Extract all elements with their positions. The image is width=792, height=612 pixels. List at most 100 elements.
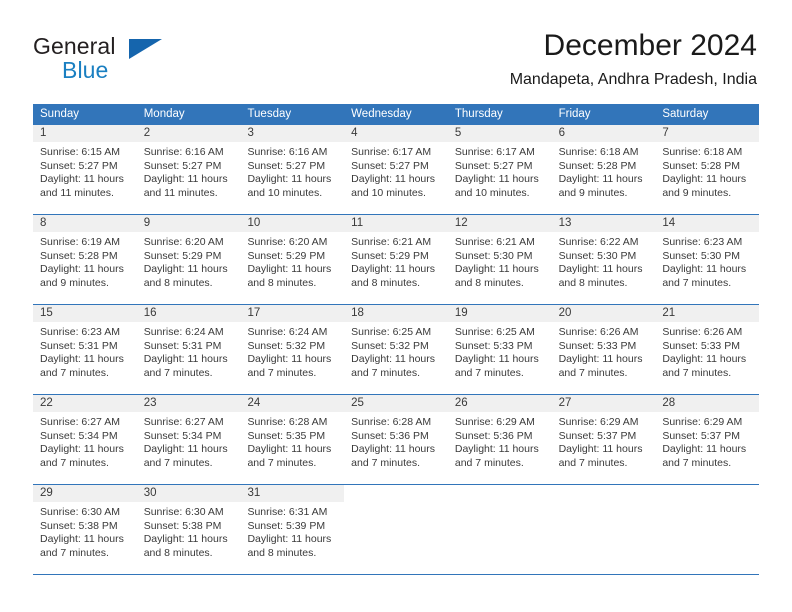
calendar-day-cell[interactable]: 29 Sunrise: 6:30 AM Sunset: 5:38 PM Dayligh… [33, 485, 137, 574]
day-number: 27 [558, 397, 572, 409]
day-details: Sunrise: 6:23 AM Sunset: 5:31 PM Daylight:… [33, 322, 137, 380]
day-number-bar: 19 [447, 305, 552, 322]
day-number: 16 [143, 307, 157, 319]
daylight-duration-line2: and 8 minutes. [143, 546, 213, 559]
daylight-duration-line2: and 7 minutes. [558, 456, 628, 469]
weekday-header-saturday: Saturday [662, 108, 709, 120]
day-number-bar: 9 [136, 215, 241, 232]
daylight-duration-line2: and 7 minutes. [143, 366, 213, 379]
day-details [448, 502, 552, 506]
daylight-duration-line1: Daylight: 11 hours [558, 443, 643, 456]
sunset-time: Sunset: 5:34 PM [40, 429, 118, 442]
calendar-day-cell[interactable]: 1 Sunrise: 6:15 AM Sunset: 5:27 PM Daylight… [33, 125, 137, 214]
day-details: Sunrise: 6:19 AM Sunset: 5:28 PM Daylight:… [33, 232, 137, 290]
calendar-day-cell[interactable]: 25 Sunrise: 6:28 AM Sunset: 5:36 PM Dayligh… [344, 395, 448, 484]
daylight-duration-line2: and 7 minutes. [351, 366, 421, 379]
sunset-time: Sunset: 5:32 PM [247, 339, 326, 352]
calendar-day-cell[interactable]: 19 Sunrise: 6:25 AM Sunset: 5:33 PM Dayligh… [447, 305, 552, 394]
calendar-day-cell[interactable]: 15 Sunrise: 6:23 AM Sunset: 5:31 PM Dayligh… [33, 305, 137, 394]
day-details: Sunrise: 6:24 AM Sunset: 5:32 PM Daylight:… [240, 322, 344, 380]
calendar-day-cell[interactable]: 9 Sunrise: 6:20 AM Sunset: 5:29 PM Daylight… [136, 215, 241, 304]
calendar-day-cell[interactable]: 22 Sunrise: 6:27 AM Sunset: 5:34 PM Dayligh… [33, 395, 137, 484]
sunset-time: Sunset: 5:27 PM [40, 159, 118, 172]
day-number: 8 [40, 217, 47, 229]
calendar-day-cell[interactable]: 20 Sunrise: 6:26 AM Sunset: 5:33 PM Dayligh… [551, 305, 656, 394]
day-number: 1 [40, 127, 47, 139]
weekday-header-wednesday: Wednesday [351, 108, 412, 120]
calendar-day-cell[interactable]: 6 Sunrise: 6:18 AM Sunset: 5:28 PM Daylight… [551, 125, 656, 214]
day-number: 21 [662, 307, 676, 319]
daylight-duration-line1: Daylight: 11 hours [454, 263, 539, 276]
calendar-day-cell-empty [655, 485, 760, 574]
day-details: Sunrise: 6:30 AM Sunset: 5:38 PM Daylight:… [33, 502, 137, 560]
brand-logo[interactable]: General Blue [33, 33, 263, 89]
daylight-duration-line2: and 7 minutes. [558, 366, 628, 379]
day-details: Sunrise: 6:21 AM Sunset: 5:29 PM Daylight:… [344, 232, 448, 290]
day-number: 15 [40, 307, 53, 319]
calendar-day-cell[interactable]: 11 Sunrise: 6:21 AM Sunset: 5:29 PM Dayligh… [344, 215, 448, 304]
daylight-duration-line2: and 7 minutes. [40, 366, 109, 379]
day-details: Sunrise: 6:26 AM Sunset: 5:33 PM Daylight:… [552, 322, 656, 380]
calendar-day-cell[interactable]: 13 Sunrise: 6:22 AM Sunset: 5:30 PM Dayligh… [551, 215, 656, 304]
daylight-duration-line2: and 7 minutes. [247, 366, 317, 379]
calendar-day-cell[interactable]: 26 Sunrise: 6:29 AM Sunset: 5:36 PM Dayligh… [447, 395, 552, 484]
calendar-day-cell[interactable]: 14 Sunrise: 6:23 AM Sunset: 5:30 PM Dayligh… [655, 215, 760, 304]
sunset-time: Sunset: 5:35 PM [247, 429, 326, 442]
sunrise-time: Sunrise: 6:27 AM [40, 416, 120, 428]
calendar-day-cell[interactable]: 21 Sunrise: 6:26 AM Sunset: 5:33 PM Dayligh… [655, 305, 760, 394]
calendar-day-cell-empty [447, 485, 552, 574]
sunset-time: Sunset: 5:32 PM [351, 339, 429, 352]
sunset-time: Sunset: 5:37 PM [558, 429, 637, 442]
sunset-time: Sunset: 5:33 PM [662, 339, 740, 352]
day-details: Sunrise: 6:22 AM Sunset: 5:30 PM Daylight:… [552, 232, 656, 290]
daylight-duration-line1: Daylight: 11 hours [247, 443, 332, 456]
calendar-day-cell[interactable]: 3 Sunrise: 6:16 AM Sunset: 5:27 PM Daylight… [240, 125, 345, 214]
daylight-duration-line2: and 10 minutes. [454, 186, 530, 199]
calendar-day-cell[interactable]: 18 Sunrise: 6:25 AM Sunset: 5:32 PM Dayligh… [344, 305, 448, 394]
daylight-duration-line1: Daylight: 11 hours [143, 353, 228, 366]
day-number: 20 [558, 307, 572, 319]
calendar-day-cell[interactable]: 23 Sunrise: 6:27 AM Sunset: 5:34 PM Dayligh… [136, 395, 241, 484]
day-number: 7 [662, 127, 669, 139]
calendar-day-cell[interactable]: 12 Sunrise: 6:21 AM Sunset: 5:30 PM Dayligh… [447, 215, 552, 304]
day-number-bar [655, 485, 760, 502]
daylight-duration-line1: Daylight: 11 hours [143, 533, 228, 546]
day-details: Sunrise: 6:20 AM Sunset: 5:29 PM Daylight:… [137, 232, 241, 290]
calendar-day-cell[interactable]: 7 Sunrise: 6:18 AM Sunset: 5:28 PM Daylight… [655, 125, 760, 214]
daylight-duration-line1: Daylight: 11 hours [351, 443, 436, 456]
day-number: 11 [351, 217, 364, 229]
calendar-day-cell[interactable]: 24 Sunrise: 6:28 AM Sunset: 5:35 PM Dayligh… [240, 395, 345, 484]
daylight-duration-line1: Daylight: 11 hours [351, 263, 436, 276]
daylight-duration-line1: Daylight: 11 hours [40, 263, 124, 276]
daylight-duration-line2: and 8 minutes. [247, 276, 317, 289]
sunrise-time: Sunrise: 6:26 AM [558, 326, 639, 338]
daylight-duration-line1: Daylight: 11 hours [247, 173, 332, 186]
calendar-day-cell[interactable]: 10 Sunrise: 6:20 AM Sunset: 5:29 PM Dayligh… [240, 215, 345, 304]
calendar-day-cell[interactable]: 31 Sunrise: 6:31 AM Sunset: 5:39 PM Dayligh… [240, 485, 345, 574]
daylight-duration-line1: Daylight: 11 hours [662, 353, 747, 366]
day-number: 3 [247, 127, 254, 139]
page-subtitle: Mandapeta, Andhra Pradesh, India [509, 71, 757, 88]
sunrise-time: Sunrise: 6:30 AM [40, 506, 120, 518]
daylight-duration-line2: and 7 minutes. [454, 366, 524, 379]
calendar-day-cell[interactable]: 2 Sunrise: 6:16 AM Sunset: 5:27 PM Daylight… [136, 125, 241, 214]
day-details: Sunrise: 6:28 AM Sunset: 5:35 PM Daylight:… [240, 412, 344, 470]
sunrise-time: Sunrise: 6:24 AM [143, 326, 224, 338]
daylight-duration-line2: and 8 minutes. [143, 276, 213, 289]
weekday-header-sunday: Sunday [40, 108, 80, 120]
calendar-day-cell[interactable]: 27 Sunrise: 6:29 AM Sunset: 5:37 PM Dayligh… [551, 395, 656, 484]
calendar-day-cell[interactable]: 30 Sunrise: 6:30 AM Sunset: 5:38 PM Dayligh… [136, 485, 241, 574]
calendar-day-cell[interactable]: 4 Sunrise: 6:17 AM Sunset: 5:27 PM Daylight… [344, 125, 448, 214]
calendar-day-cell[interactable]: 16 Sunrise: 6:24 AM Sunset: 5:31 PM Dayligh… [136, 305, 241, 394]
sunset-time: Sunset: 5:30 PM [558, 249, 637, 262]
sunset-time: Sunset: 5:37 PM [662, 429, 740, 442]
day-number-bar: 5 [447, 125, 552, 142]
day-number-bar: 6 [551, 125, 656, 142]
calendar-day-cell[interactable]: 17 Sunrise: 6:24 AM Sunset: 5:32 PM Dayligh… [240, 305, 345, 394]
calendar-weeks: 1 Sunrise: 6:15 AM Sunset: 5:27 PM Daylight… [33, 125, 760, 575]
sunset-time: Sunset: 5:28 PM [558, 159, 637, 172]
calendar-day-cell[interactable]: 28 Sunrise: 6:29 AM Sunset: 5:37 PM Dayligh… [655, 395, 760, 484]
day-number: 6 [558, 127, 565, 139]
calendar-day-cell[interactable]: 5 Sunrise: 6:17 AM Sunset: 5:27 PM Daylight… [447, 125, 552, 214]
calendar-day-cell[interactable]: 8 Sunrise: 6:19 AM Sunset: 5:28 PM Daylight… [33, 215, 137, 304]
